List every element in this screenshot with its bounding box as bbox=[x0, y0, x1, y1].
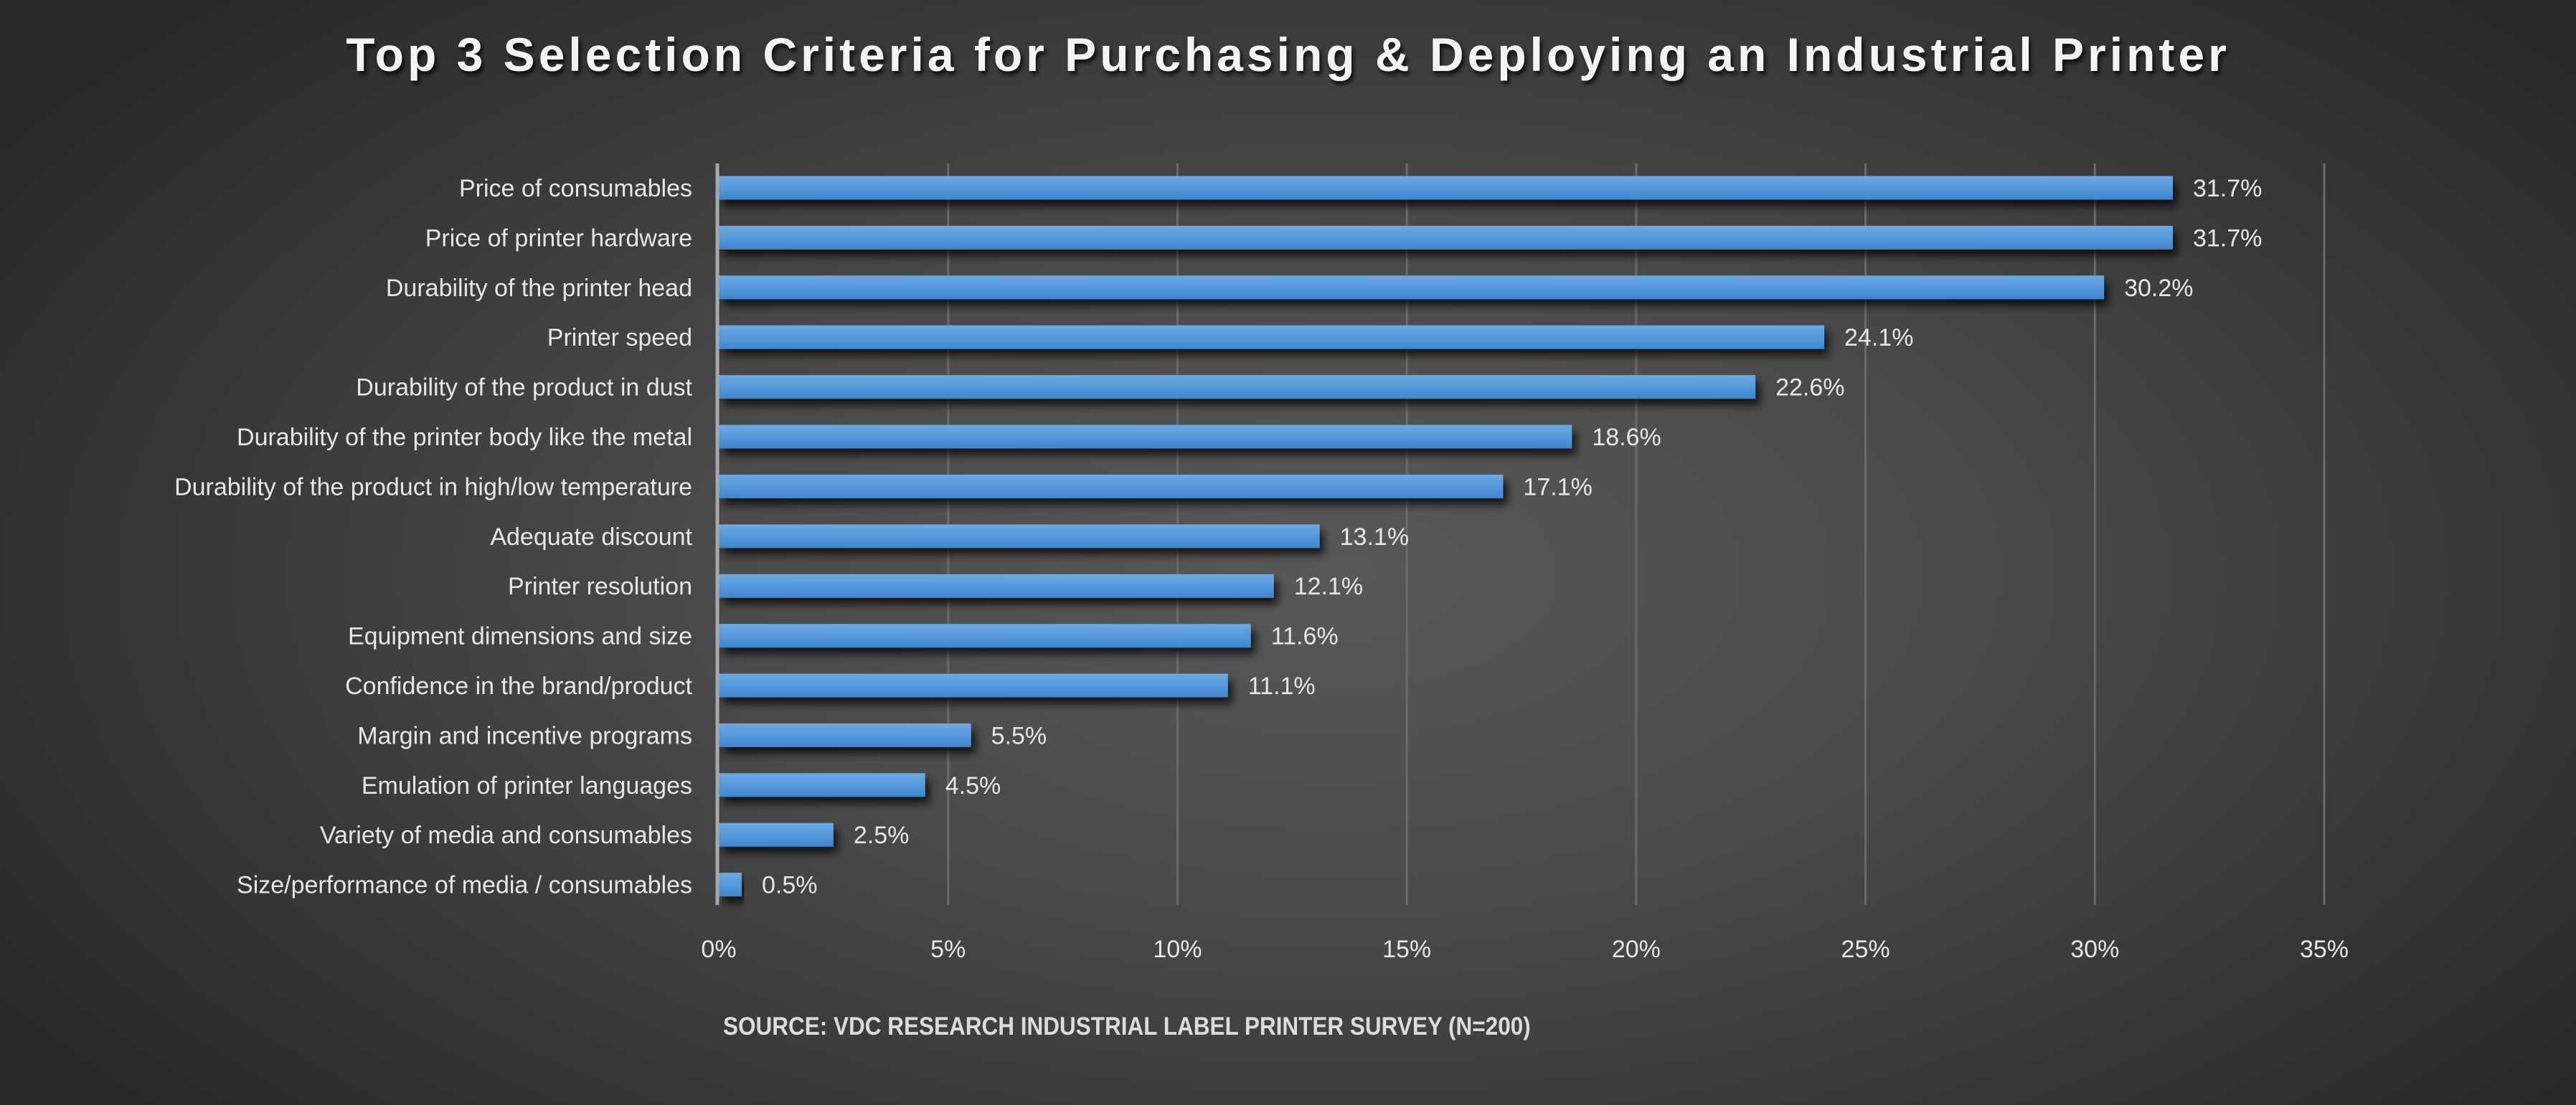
value-label: 4.5% bbox=[945, 772, 1001, 800]
value-label: 2.5% bbox=[854, 822, 910, 849]
value-label: 0.5% bbox=[762, 872, 818, 899]
bar bbox=[719, 574, 1274, 598]
category-label: Adequate discount bbox=[490, 523, 692, 551]
x-tick-label: 5% bbox=[930, 936, 966, 963]
bar-chart: 0% 5% 10% 15% 20% 25% 30% 35% Price of consumabl… bbox=[174, 163, 2349, 963]
value-label: 30.2% bbox=[2124, 275, 2193, 302]
value-label: 11.1% bbox=[1248, 673, 1316, 700]
category-label: Emulation of printer languages bbox=[362, 772, 692, 800]
category-label: Variety of media and consumables bbox=[320, 822, 692, 849]
value-label: 11.6% bbox=[1271, 623, 1339, 650]
bar bbox=[719, 225, 2173, 250]
bar bbox=[719, 176, 2173, 200]
bar bbox=[719, 524, 1320, 549]
category-label: Printer speed bbox=[547, 324, 692, 351]
bar bbox=[719, 375, 1756, 399]
bar bbox=[719, 425, 1572, 449]
bar bbox=[719, 474, 1504, 498]
value-label: 22.6% bbox=[1775, 374, 1844, 402]
category-label: Confidence in the brand/product bbox=[345, 673, 692, 700]
bars bbox=[719, 176, 2173, 897]
x-tick-label: 10% bbox=[1153, 936, 1202, 963]
category-label: Margin and incentive programs bbox=[357, 722, 692, 749]
bar bbox=[719, 773, 925, 797]
category-label: Size/performance of media / consumables bbox=[237, 872, 692, 899]
category-label: Durability of the printer head bbox=[386, 275, 692, 302]
bar bbox=[719, 673, 1228, 698]
bar bbox=[719, 873, 742, 897]
category-label: Durability of the product in dust bbox=[356, 374, 692, 402]
bar bbox=[719, 723, 971, 747]
value-label: 12.1% bbox=[1294, 573, 1363, 600]
value-label: 24.1% bbox=[1844, 324, 1913, 351]
source-note: SOURCE: VDC RESEARCH INDUSTRIAL LABEL PR… bbox=[723, 1012, 1531, 1040]
category-label: Durability of the product in high/low te… bbox=[174, 473, 692, 501]
bar bbox=[719, 822, 834, 847]
bar bbox=[719, 325, 1825, 349]
value-label: 31.7% bbox=[2193, 175, 2262, 202]
value-label: 17.1% bbox=[1523, 473, 1592, 501]
x-tick-label: 15% bbox=[1382, 936, 1431, 963]
x-tick-label: 35% bbox=[2300, 936, 2349, 963]
value-label: 13.1% bbox=[1340, 523, 1409, 551]
x-tick-label: 25% bbox=[1841, 936, 1890, 963]
category-label: Durability of the printer body like the … bbox=[237, 424, 692, 451]
category-label: Price of printer hardware bbox=[425, 224, 692, 252]
x-tick-label: 20% bbox=[1612, 936, 1661, 963]
bar bbox=[719, 624, 1251, 648]
x-tick-label: 30% bbox=[2070, 936, 2119, 963]
value-label: 31.7% bbox=[2193, 224, 2262, 252]
value-label: 5.5% bbox=[991, 722, 1047, 749]
category-label: Printer resolution bbox=[508, 573, 692, 600]
category-label: Equipment dimensions and size bbox=[348, 623, 692, 650]
bar bbox=[719, 275, 2105, 300]
x-tick-label: 0% bbox=[701, 936, 736, 963]
value-label: 18.6% bbox=[1592, 424, 1661, 451]
category-label: Price of consumables bbox=[459, 175, 692, 202]
